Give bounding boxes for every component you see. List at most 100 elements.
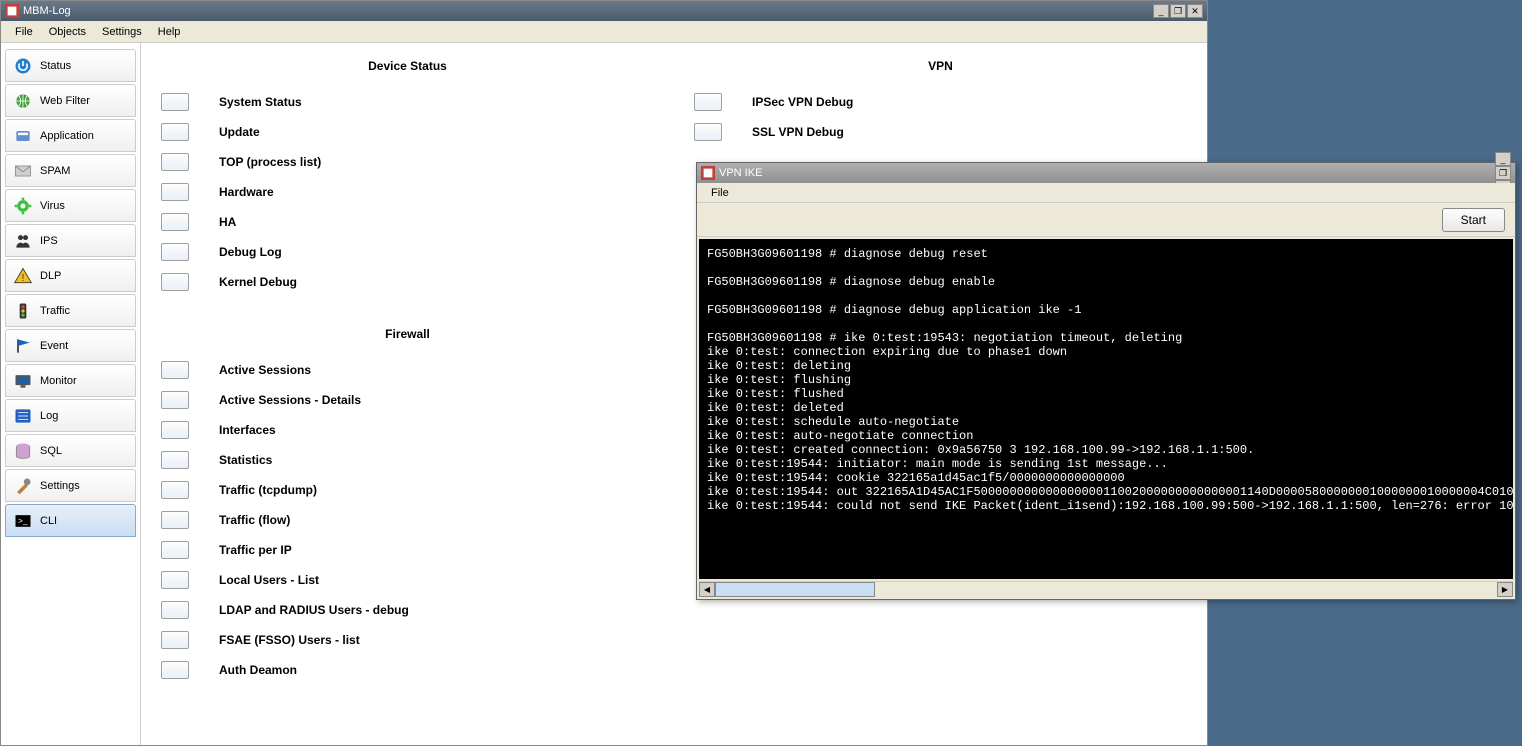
firewall-label: Active Sessions - Details <box>219 393 361 407</box>
firewall-label: Traffic (tcpdump) <box>219 483 317 497</box>
device-status-toggle[interactable] <box>161 213 189 231</box>
sec-maximize-button[interactable]: ❐ <box>1495 166 1511 180</box>
device-status-toggle[interactable] <box>161 93 189 111</box>
sidebar-item-application[interactable]: Application <box>5 119 136 152</box>
scroll-thumb[interactable] <box>715 582 875 597</box>
maximize-button[interactable]: ❐ <box>1170 4 1186 18</box>
firewall-row: Traffic (flow) <box>161 505 654 535</box>
sidebar-item-sql[interactable]: SQL <box>5 434 136 467</box>
firewall-row: Active Sessions <box>161 355 654 385</box>
device-status-label: System Status <box>219 95 302 109</box>
close-button[interactable]: ✕ <box>1187 4 1203 18</box>
firewall-row: Statistics <box>161 445 654 475</box>
svg-text:>_: >_ <box>18 515 28 525</box>
menu-file[interactable]: File <box>7 24 41 40</box>
firewall-row: LDAP and RADIUS Users - debug <box>161 595 654 625</box>
monitor-icon <box>12 370 34 392</box>
main-title: MBM-Log <box>23 5 1153 17</box>
device-status-toggle[interactable] <box>161 153 189 171</box>
sidebar-item-label: Application <box>40 130 129 142</box>
minimize-button[interactable]: _ <box>1153 4 1169 18</box>
device-status-row: Kernel Debug <box>161 267 654 297</box>
list-icon <box>12 405 34 427</box>
sidebar-item-label: IPS <box>40 235 129 247</box>
sidebar-item-label: Web Filter <box>40 95 129 107</box>
menu-settings[interactable]: Settings <box>94 24 150 40</box>
sidebar-item-traffic[interactable]: Traffic <box>5 294 136 327</box>
firewall-toggle[interactable] <box>161 421 189 439</box>
sidebar-item-settings[interactable]: Settings <box>5 469 136 502</box>
firewall-toggle[interactable] <box>161 451 189 469</box>
sec-minimize-button[interactable]: _ <box>1495 152 1511 166</box>
firewall-label: Traffic (flow) <box>219 513 290 527</box>
scroll-right-button[interactable]: ▶ <box>1497 582 1513 597</box>
sidebar-item-label: Settings <box>40 480 129 492</box>
firewall-label: Interfaces <box>219 423 276 437</box>
sidebar-item-log[interactable]: Log <box>5 399 136 432</box>
horizontal-scrollbar[interactable]: ◀ ▶ <box>699 581 1513 597</box>
power-icon <box>12 55 34 77</box>
firewall-row: Traffic per IP <box>161 535 654 565</box>
sec-title: VPN IKE <box>719 167 1495 179</box>
db-icon <box>12 440 34 462</box>
device-status-toggle[interactable] <box>161 273 189 291</box>
firewall-label: Auth Deamon <box>219 663 297 677</box>
sidebar-item-virus[interactable]: Virus <box>5 189 136 222</box>
vpn-label: IPSec VPN Debug <box>752 95 853 109</box>
device-status-label: TOP (process list) <box>219 155 321 169</box>
firewall-toggle[interactable] <box>161 601 189 619</box>
device-status-row: Update <box>161 117 654 147</box>
vpn-row: IPSec VPN Debug <box>694 87 1187 117</box>
users-icon <box>12 230 34 252</box>
sidebar-item-label: SQL <box>40 445 129 457</box>
device-status-toggle[interactable] <box>161 243 189 261</box>
device-status-row: System Status <box>161 87 654 117</box>
terminal-output: FG50BH3G09601198 # diagnose debug reset … <box>699 239 1513 579</box>
device-status-row: Debug Log <box>161 237 654 267</box>
sec-toolbar: Start <box>697 203 1515 237</box>
sidebar-item-label: Log <box>40 410 129 422</box>
scroll-track[interactable] <box>715 582 1497 597</box>
device-status-row: TOP (process list) <box>161 147 654 177</box>
sidebar-item-cli[interactable]: >_CLI <box>5 504 136 537</box>
vpn-toggle[interactable] <box>694 123 722 141</box>
firewall-toggle[interactable] <box>161 481 189 499</box>
start-button[interactable]: Start <box>1442 208 1505 232</box>
menu-objects[interactable]: Objects <box>41 24 94 40</box>
firewall-label: FSAE (FSSO) Users - list <box>219 633 360 647</box>
main-titlebar: MBM-Log _ ❐ ✕ <box>1 1 1207 21</box>
device-status-toggle[interactable] <box>161 123 189 141</box>
device-status-row: Hardware <box>161 177 654 207</box>
sec-app-icon <box>701 166 715 180</box>
globe-icon <box>12 90 34 112</box>
firewall-row: FSAE (FSSO) Users - list <box>161 625 654 655</box>
scroll-left-button[interactable]: ◀ <box>699 582 715 597</box>
firewall-toggle[interactable] <box>161 661 189 679</box>
sidebar-item-web-filter[interactable]: Web Filter <box>5 84 136 117</box>
sidebar-item-status[interactable]: Status <box>5 49 136 82</box>
menu-help[interactable]: Help <box>150 24 189 40</box>
vpn-toggle[interactable] <box>694 93 722 111</box>
firewall-label: Statistics <box>219 453 272 467</box>
sidebar-item-spam[interactable]: SPAM <box>5 154 136 187</box>
firewall-label: Traffic per IP <box>219 543 292 557</box>
firewall-toggle[interactable] <box>161 511 189 529</box>
device-status-row: HA <box>161 207 654 237</box>
sidebar-item-dlp[interactable]: !DLP <box>5 259 136 292</box>
firewall-toggle[interactable] <box>161 361 189 379</box>
firewall-toggle[interactable] <box>161 631 189 649</box>
firewall-toggle[interactable] <box>161 391 189 409</box>
sidebar: Status Web Filter Application SPAM Virus IPS!… <box>1 43 141 745</box>
firewall-toggle[interactable] <box>161 571 189 589</box>
sec-menu-file[interactable]: File <box>703 185 737 201</box>
firewall-toggle[interactable] <box>161 541 189 559</box>
sidebar-item-event[interactable]: Event <box>5 329 136 362</box>
sidebar-item-monitor[interactable]: Monitor <box>5 364 136 397</box>
sidebar-item-label: Virus <box>40 200 129 212</box>
vpn-row: SSL VPN Debug <box>694 117 1187 147</box>
device-status-label: Hardware <box>219 185 274 199</box>
firewall-label: Local Users - List <box>219 573 319 587</box>
device-status-label: Debug Log <box>219 245 282 259</box>
device-status-toggle[interactable] <box>161 183 189 201</box>
sidebar-item-ips[interactable]: IPS <box>5 224 136 257</box>
